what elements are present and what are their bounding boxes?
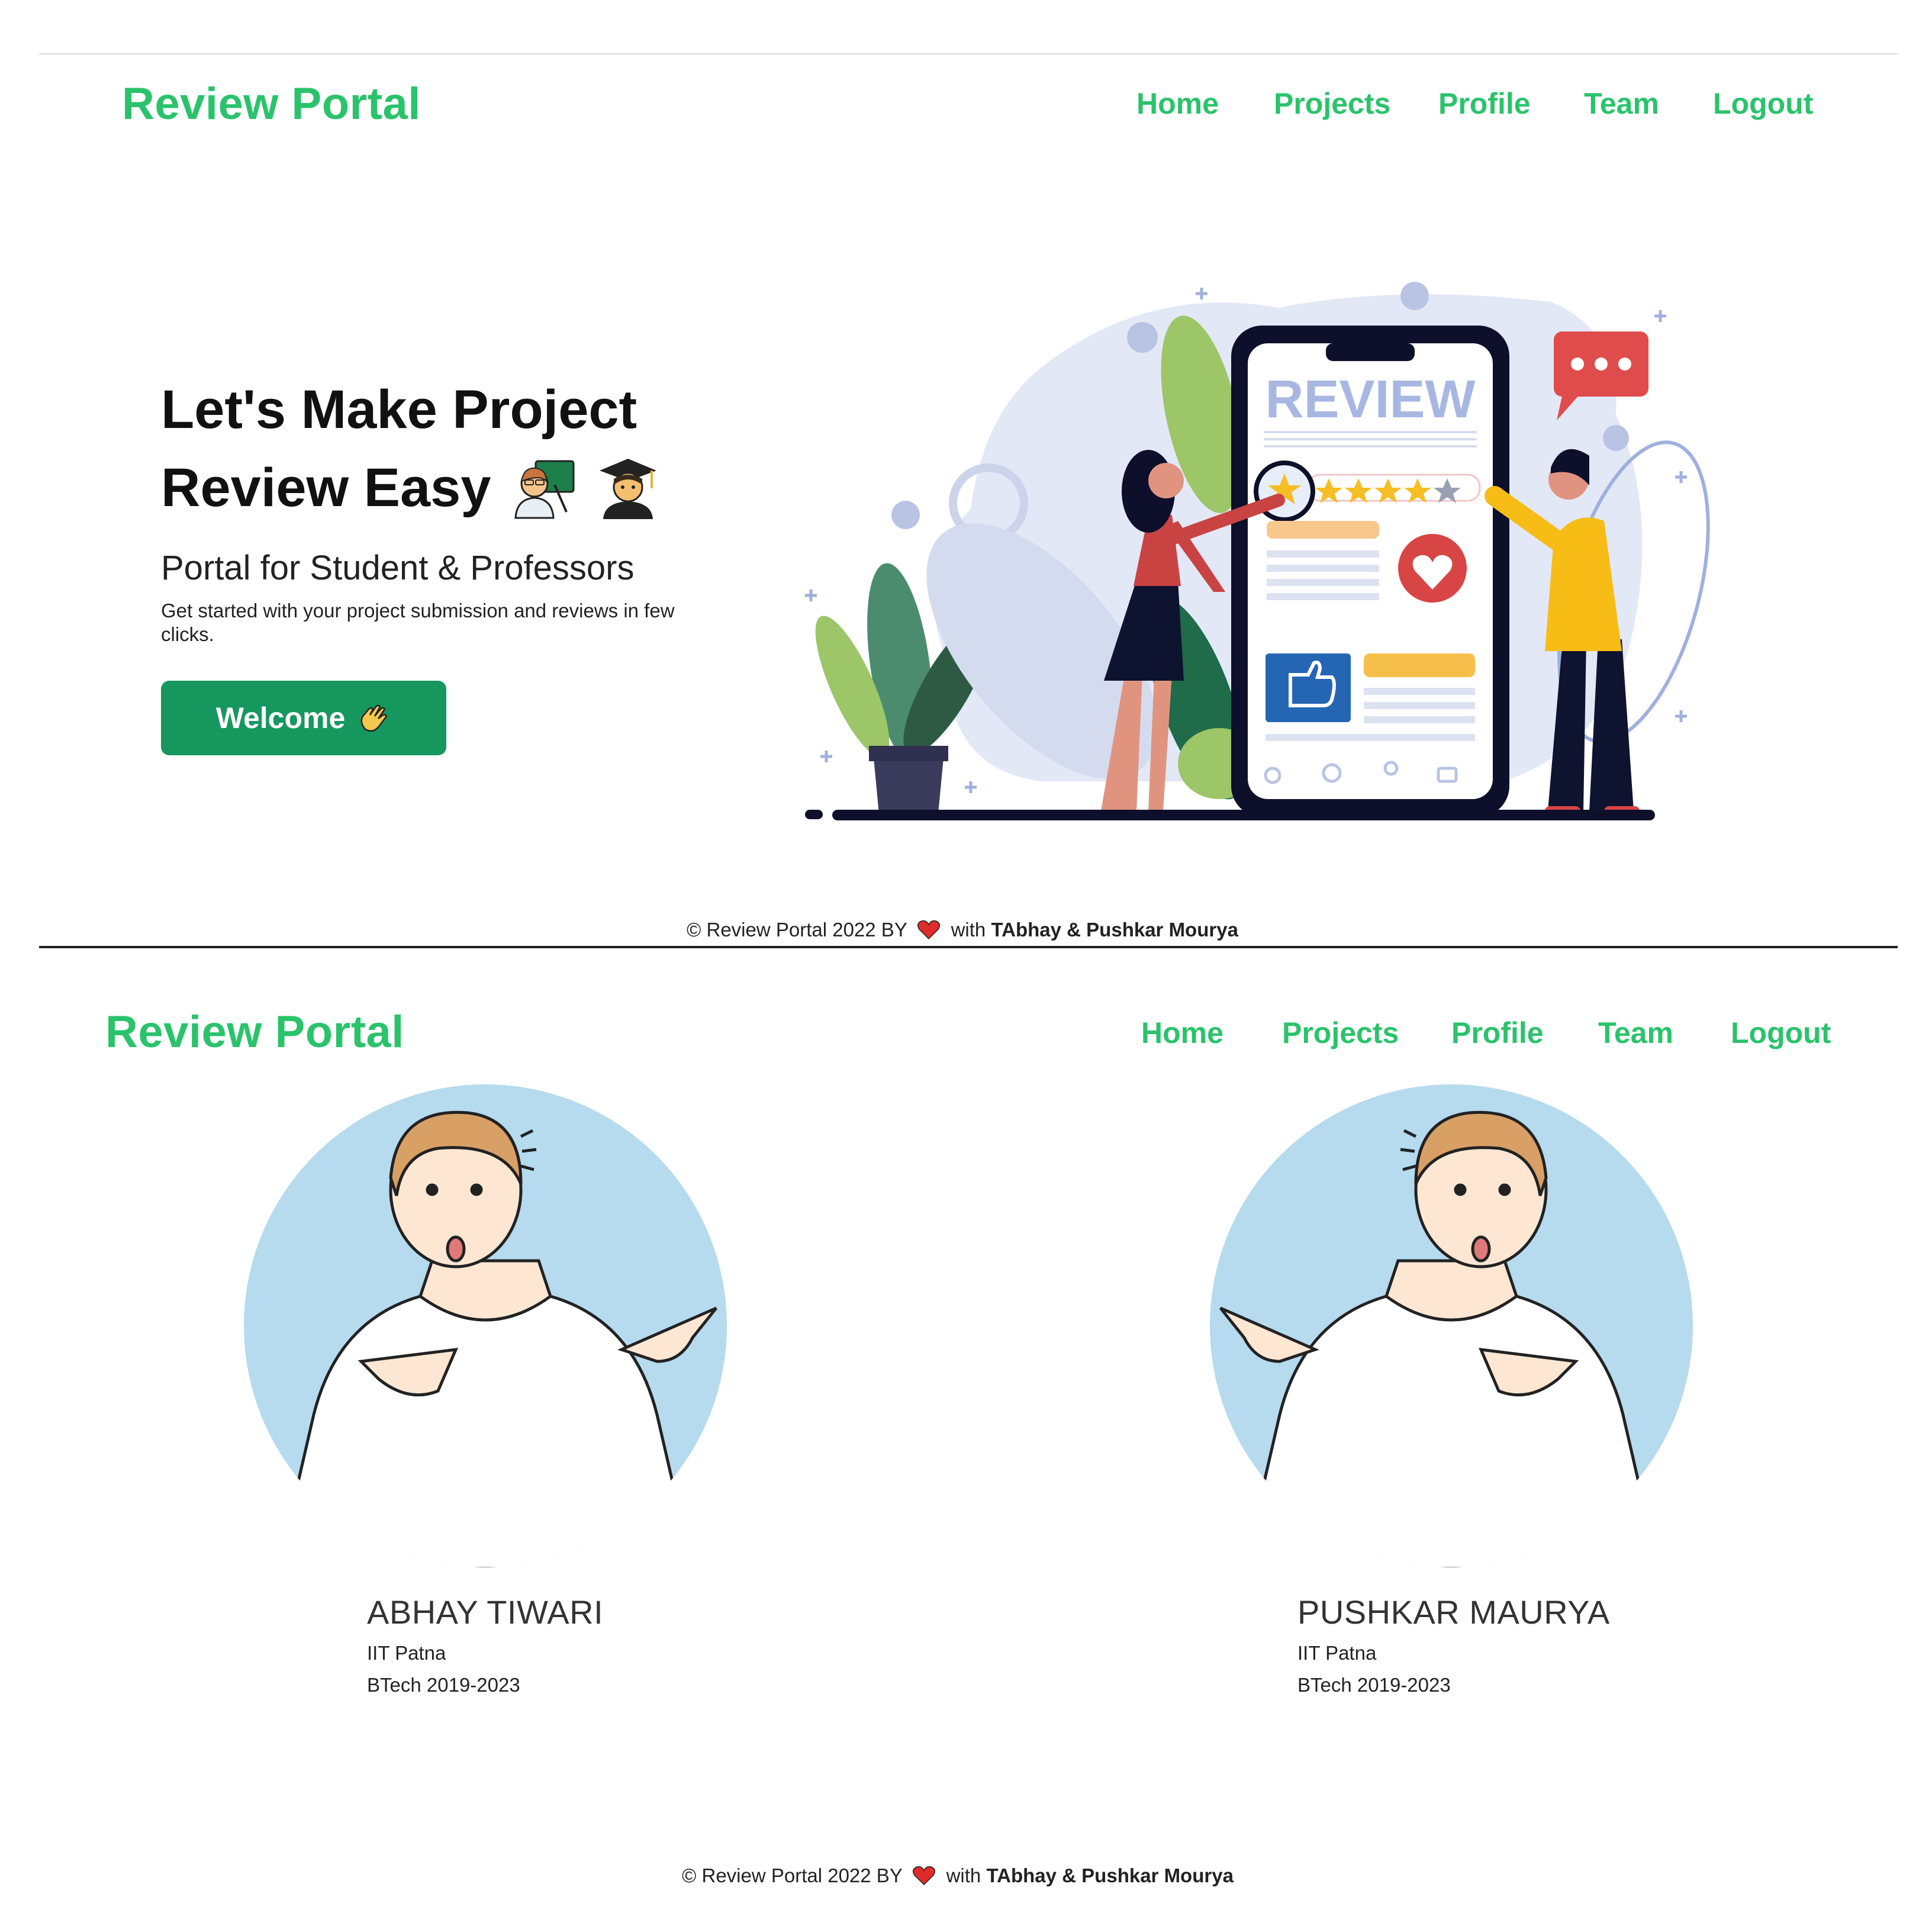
- hero-description-line2: clicks.: [161, 623, 214, 645]
- hero-title-line1: Let's Make Project: [161, 379, 637, 440]
- member-program: BTech 2019-2023: [367, 1674, 520, 1696]
- heart-icon: [913, 1866, 936, 1886]
- waving-hand-icon: [360, 704, 388, 732]
- team-member-card: ABHAY TIWARI IIT Patna BTech 2019-2023: [243, 1083, 728, 1705]
- hero-description-line1: Get started with your project submission…: [161, 600, 675, 622]
- hero-title-line2-wrap: Review Easy: [161, 449, 812, 527]
- section-divider: [39, 946, 1898, 948]
- member-name: PUSHKAR MAURYA: [1297, 1593, 1610, 1631]
- avatar: [1210, 1084, 1693, 1567]
- footer-section2: © Review Portal 2022 BY with TAbhay & Pu…: [682, 1865, 1234, 1887]
- footer-authors: TAbhay & Pushkar Mourya: [986, 1865, 1234, 1886]
- phone-review-text: REVIEW: [1265, 370, 1475, 429]
- member-institute: IIT Patna: [1297, 1642, 1377, 1664]
- footer-authors: TAbhay & Pushkar Mourya: [991, 919, 1238, 941]
- member-program: BTech 2019-2023: [1297, 1674, 1451, 1696]
- footer-copyright: © Review Portal 2022 BY: [687, 919, 907, 941]
- nav-home-team[interactable]: Home: [1141, 1016, 1223, 1050]
- nav-home[interactable]: Home: [1136, 86, 1219, 121]
- graduate-icon: [600, 459, 657, 519]
- hero-title: Let's Make Project Review Easy: [161, 371, 812, 527]
- hero-description: Get started with your project submission…: [161, 599, 729, 646]
- heart-icon: [917, 920, 941, 940]
- footer-with: with: [951, 919, 986, 941]
- nav-logout[interactable]: Logout: [1713, 86, 1813, 121]
- nav-team-team[interactable]: Team: [1598, 1016, 1673, 1050]
- top-divider: [39, 53, 1898, 54]
- footer-copyright: © Review Portal 2022 BY: [682, 1865, 903, 1886]
- welcome-button[interactable]: Welcome: [161, 681, 446, 755]
- member-name: ABHAY TIWARI: [367, 1593, 604, 1631]
- avatar: [244, 1084, 727, 1567]
- nav-profile-team[interactable]: Profile: [1451, 1016, 1544, 1050]
- nav-team[interactable]: Team: [1584, 86, 1659, 121]
- welcome-button-label: Welcome: [215, 701, 346, 735]
- hero-subtitle: Portal for Student & Professors: [161, 549, 635, 587]
- hero-illustration: REVIEW: [805, 282, 1710, 820]
- nav-projects[interactable]: Projects: [1274, 86, 1390, 121]
- member-institute: IIT Patna: [367, 1642, 446, 1664]
- nav-logout-team[interactable]: Logout: [1731, 1016, 1831, 1050]
- brand-logo[interactable]: Review Portal: [122, 78, 421, 130]
- nav-projects-team[interactable]: Projects: [1282, 1016, 1399, 1050]
- hero-title-line2: Review Easy: [161, 458, 491, 518]
- nav-profile[interactable]: Profile: [1438, 86, 1531, 121]
- team-member-card: PUSHKAR MAURYA IIT Patna BTech 2019-2023: [1209, 1083, 1694, 1705]
- footer-with: with: [946, 1865, 981, 1886]
- brand-logo-team[interactable]: Review Portal: [105, 1006, 404, 1058]
- footer-section1: © Review Portal 2022 BY with TAbhay & Pu…: [687, 919, 1238, 941]
- teacher-icon: [514, 460, 575, 519]
